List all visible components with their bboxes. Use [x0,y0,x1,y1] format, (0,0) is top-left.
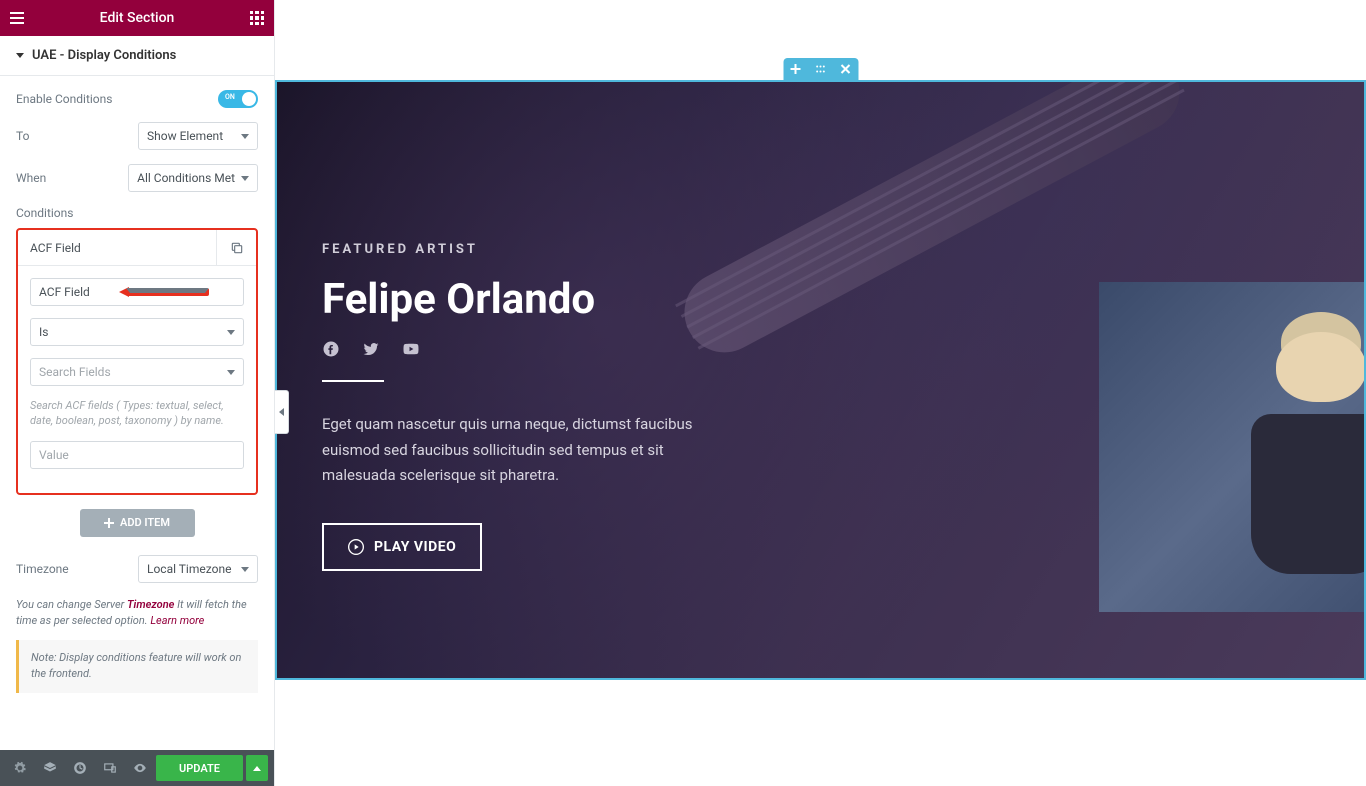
hero-title: Felipe Orlando [322,275,697,324]
learn-more-link[interactable]: Learn more [150,614,204,627]
plus-icon [104,518,114,528]
play-video-button[interactable]: PLAY VIDEO [322,523,482,571]
search-fields-help: Search ACF fields ( Types: textual, sele… [30,398,244,429]
update-button[interactable]: UPDATE [156,755,243,781]
sidebar-title: Edit Section [100,10,175,26]
collapse-sidebar-tab[interactable] [275,390,289,434]
section-toolbar [783,58,858,80]
panel-body: Enable Conditions ON To Show Element Whe… [0,76,274,750]
operator-select[interactable]: Is [30,318,244,346]
when-select[interactable]: All Conditions Met [128,164,258,192]
to-label: To [16,129,29,143]
twitter-icon[interactable] [362,340,380,358]
hero-description: Eget quam nascetur quis urna neque, dict… [322,412,697,489]
timezone-note: You can change Server Timezone It will f… [16,597,258,630]
timezone-select[interactable]: Local Timezone [138,555,258,583]
condition-item: ACF Field ACF Field Is Search Fields Sea… [16,228,258,495]
hero-section[interactable]: FEATURED ARTIST Felipe Orlando Eget quam… [275,80,1366,680]
settings-icon[interactable] [6,754,34,782]
copy-icon[interactable] [216,230,256,265]
condition-header[interactable]: ACF Field [18,230,256,266]
layers-icon[interactable] [36,754,64,782]
sidebar-header: Edit Section [0,0,274,36]
grid-icon[interactable] [250,11,264,25]
timezone-label: Timezone [16,562,69,576]
divider [322,380,384,382]
editor-sidebar: Edit Section UAE - Display Conditions En… [0,0,275,786]
add-item-button[interactable]: ADD ITEM [80,509,195,537]
section-title-label: UAE - Display Conditions [32,48,176,63]
canvas: FEATURED ARTIST Felipe Orlando Eget quam… [275,0,1366,786]
facebook-icon[interactable] [322,340,340,358]
chevron-down-icon [16,53,24,58]
enable-conditions-toggle[interactable]: ON [218,90,258,108]
youtube-icon[interactable] [402,340,420,358]
to-select[interactable]: Show Element [138,122,258,150]
when-label: When [16,171,46,185]
timezone-link[interactable]: Timezone [127,598,174,611]
history-icon[interactable] [66,754,94,782]
social-icons [322,340,697,358]
hero-content: FEATURED ARTIST Felipe Orlando Eget quam… [277,82,697,571]
search-fields-select[interactable]: Search Fields [30,358,244,386]
notice-box: Note: Display conditions feature will wo… [16,640,258,693]
update-dropdown[interactable] [246,755,268,781]
conditions-label: Conditions [16,206,258,220]
condition-header-label: ACF Field [18,241,216,255]
artist-image [1099,282,1366,612]
enable-conditions-label: Enable Conditions [16,92,112,106]
close-section-button[interactable] [833,58,858,80]
add-section-button[interactable] [783,58,808,80]
hamburger-icon[interactable] [10,12,24,24]
section-accordion-header[interactable]: UAE - Display Conditions [0,36,274,76]
drag-section-button[interactable] [808,58,833,80]
responsive-icon[interactable] [96,754,124,782]
value-input[interactable] [30,441,244,469]
overline-text: FEATURED ARTIST [322,242,697,257]
play-icon [348,539,364,555]
preview-icon[interactable] [126,754,154,782]
sidebar-footer: UPDATE [0,750,274,786]
acf-field-select[interactable]: ACF Field [30,278,244,306]
